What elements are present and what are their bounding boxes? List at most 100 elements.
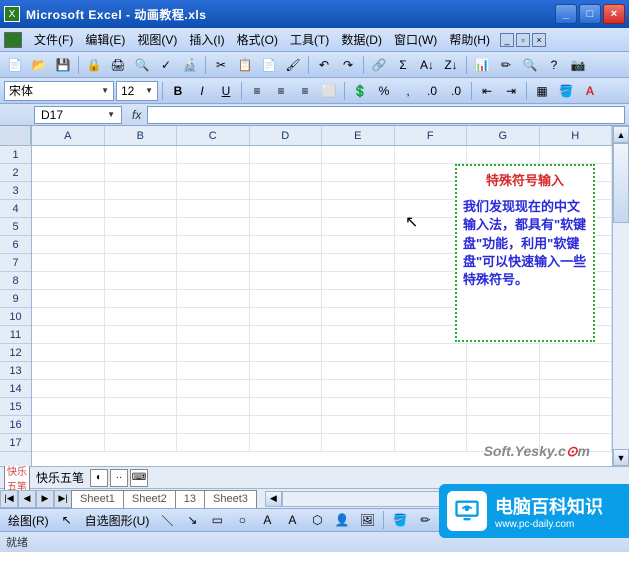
- cell[interactable]: [177, 380, 250, 397]
- cell[interactable]: [322, 416, 395, 433]
- row-header[interactable]: 14: [0, 380, 31, 398]
- tab-next-button[interactable]: ▶: [36, 490, 54, 508]
- column-header[interactable]: H: [540, 126, 613, 145]
- minimize-button[interactable]: _: [555, 4, 577, 24]
- drawing-button[interactable]: ✏: [495, 54, 517, 76]
- line-color-button[interactable]: ✏: [414, 509, 436, 531]
- cell[interactable]: [250, 326, 323, 343]
- tab-first-button[interactable]: |◀: [0, 490, 18, 508]
- cell[interactable]: [32, 326, 105, 343]
- cell[interactable]: [395, 344, 468, 361]
- cell[interactable]: [322, 164, 395, 181]
- fill-color-button[interactable]: 🪣: [389, 509, 411, 531]
- scroll-up-button[interactable]: ▲: [613, 126, 629, 143]
- cell[interactable]: [250, 416, 323, 433]
- fx-label[interactable]: fx: [132, 108, 141, 122]
- textbox-button[interactable]: A: [256, 509, 278, 531]
- close-button[interactable]: ×: [603, 4, 625, 24]
- cell[interactable]: [177, 326, 250, 343]
- cell[interactable]: [105, 236, 178, 253]
- cell[interactable]: [540, 380, 613, 397]
- cell[interactable]: [395, 434, 468, 451]
- clipart-button[interactable]: 👤: [331, 509, 353, 531]
- cell[interactable]: [250, 164, 323, 181]
- column-header[interactable]: B: [105, 126, 178, 145]
- align-left-button[interactable]: ≡: [246, 80, 268, 102]
- cell[interactable]: [322, 218, 395, 235]
- draw-menu[interactable]: 绘图(R): [4, 512, 53, 529]
- scroll-left-button[interactable]: ◀: [265, 491, 282, 507]
- italic-button[interactable]: I: [191, 80, 213, 102]
- paste-button[interactable]: 📄: [258, 54, 280, 76]
- arrow-button[interactable]: ↘: [181, 509, 203, 531]
- cell[interactable]: [467, 398, 540, 415]
- cell[interactable]: [105, 254, 178, 271]
- underline-button[interactable]: U: [215, 80, 237, 102]
- sort-desc-button[interactable]: Z↓: [440, 54, 462, 76]
- diagram-button[interactable]: ⬡: [306, 509, 328, 531]
- cell[interactable]: [177, 344, 250, 361]
- font-size-selector[interactable]: 12 ▼: [116, 81, 158, 101]
- ime-mode-button[interactable]: ◐: [90, 469, 108, 487]
- mdi-close-button[interactable]: ×: [532, 33, 546, 47]
- cell[interactable]: [250, 218, 323, 235]
- tab-last-button[interactable]: ▶|: [54, 490, 72, 508]
- ime-keyboard-button[interactable]: ⌨: [130, 469, 148, 487]
- cell[interactable]: [467, 416, 540, 433]
- row-header[interactable]: 4: [0, 200, 31, 218]
- cell[interactable]: [250, 146, 323, 163]
- tab-prev-button[interactable]: ◀: [18, 490, 36, 508]
- cell[interactable]: [250, 200, 323, 217]
- font-selector[interactable]: 宋体 ▼: [4, 81, 114, 101]
- copy-button[interactable]: 📋: [234, 54, 256, 76]
- merge-button[interactable]: ⬜: [318, 80, 340, 102]
- cell[interactable]: [395, 146, 468, 163]
- row-header[interactable]: 10: [0, 308, 31, 326]
- row-header[interactable]: 3: [0, 182, 31, 200]
- decrease-indent-button[interactable]: ⇤: [476, 80, 498, 102]
- column-header[interactable]: A: [32, 126, 105, 145]
- cell[interactable]: [177, 416, 250, 433]
- oval-button[interactable]: ○: [231, 509, 253, 531]
- sheet-tab[interactable]: Sheet2: [123, 490, 176, 508]
- row-header[interactable]: 2: [0, 164, 31, 182]
- cell[interactable]: [32, 290, 105, 307]
- cell[interactable]: [540, 398, 613, 415]
- scroll-thumb[interactable]: [613, 143, 629, 223]
- cell[interactable]: [322, 182, 395, 199]
- cell[interactable]: [322, 434, 395, 451]
- menu-tools[interactable]: 工具(T): [284, 29, 335, 50]
- line-button[interactable]: ＼: [156, 509, 178, 531]
- row-header[interactable]: 8: [0, 272, 31, 290]
- cell[interactable]: [395, 380, 468, 397]
- align-center-button[interactable]: ≡: [270, 80, 292, 102]
- menu-view[interactable]: 视图(V): [131, 29, 183, 50]
- cell[interactable]: [322, 272, 395, 289]
- cell[interactable]: [105, 218, 178, 235]
- menu-edit[interactable]: 编辑(E): [79, 29, 131, 50]
- cell[interactable]: [250, 254, 323, 271]
- row-header[interactable]: 11: [0, 326, 31, 344]
- maximize-button[interactable]: □: [579, 4, 601, 24]
- row-header[interactable]: 12: [0, 344, 31, 362]
- cell[interactable]: [105, 344, 178, 361]
- row-header[interactable]: 5: [0, 218, 31, 236]
- name-box[interactable]: D17 ▼: [34, 106, 122, 124]
- redo-button[interactable]: ↷: [337, 54, 359, 76]
- cell[interactable]: [177, 200, 250, 217]
- increase-decimal-button[interactable]: .0: [421, 80, 443, 102]
- cell[interactable]: [105, 326, 178, 343]
- cell[interactable]: [250, 398, 323, 415]
- mdi-minimize-button[interactable]: _: [500, 33, 514, 47]
- menu-window[interactable]: 窗口(W): [388, 29, 443, 50]
- format-painter-button[interactable]: 🖌: [282, 54, 304, 76]
- cell[interactable]: [32, 416, 105, 433]
- row-header[interactable]: 13: [0, 362, 31, 380]
- spelling-button[interactable]: ✓: [155, 54, 177, 76]
- cell[interactable]: [250, 344, 323, 361]
- menu-format[interactable]: 格式(O): [231, 29, 284, 50]
- cell[interactable]: [467, 362, 540, 379]
- decrease-decimal-button[interactable]: .0: [445, 80, 467, 102]
- cell[interactable]: [322, 380, 395, 397]
- cell[interactable]: [467, 146, 540, 163]
